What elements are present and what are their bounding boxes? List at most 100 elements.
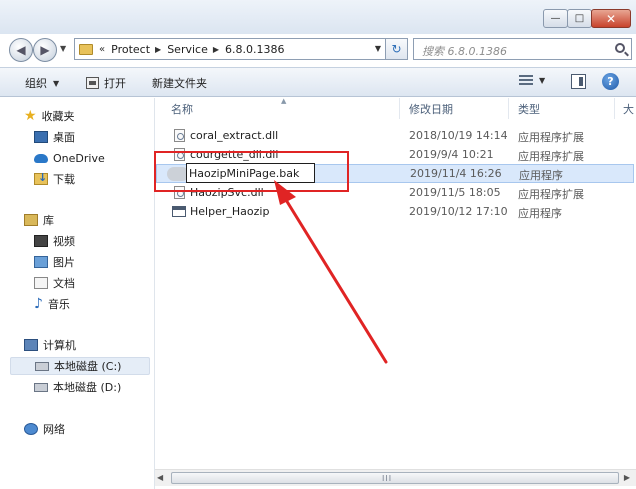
change-view-button[interactable]: ▼ bbox=[519, 74, 545, 86]
folder-icon bbox=[79, 43, 93, 55]
network-icon bbox=[24, 423, 38, 435]
minimize-button[interactable]: — bbox=[543, 9, 568, 28]
scroll-left-icon[interactable]: ◀ bbox=[157, 473, 163, 482]
nav-videos-label: 视频 bbox=[53, 235, 75, 248]
drive-icon bbox=[34, 382, 48, 392]
nav-computer[interactable]: 计算机 bbox=[24, 336, 76, 354]
file-type: 应用程序 bbox=[518, 207, 562, 220]
nav-downloads-label: 下载 bbox=[53, 173, 75, 186]
annotation-highlight-box bbox=[154, 151, 349, 192]
column-header-type[interactable]: 类型 bbox=[509, 98, 615, 119]
nav-downloads[interactable]: 下载 bbox=[34, 170, 75, 188]
breadcrumb-separator-icon[interactable]: ▶ bbox=[213, 45, 219, 54]
file-date: 2019/9/4 10:21 bbox=[409, 148, 494, 161]
file-type: 应用程序 bbox=[519, 169, 563, 182]
nav-libraries-label: 库 bbox=[43, 214, 54, 227]
search-input[interactable]: 搜索 6.8.0.1386 bbox=[413, 38, 632, 60]
back-button[interactable]: ◀ bbox=[9, 38, 33, 62]
file-row[interactable]: coral_extract.dll 2018/10/19 14:14 应用程序扩… bbox=[155, 126, 636, 145]
nav-network-label: 网络 bbox=[43, 423, 65, 436]
desktop-icon bbox=[34, 131, 48, 143]
address-bar[interactable]: « Protect ▶ Service ▶ 6.8.0.1386 ▼ ↻ bbox=[74, 38, 408, 60]
file-date: 2019/10/12 17:10 bbox=[409, 205, 508, 218]
document-icon bbox=[34, 277, 48, 289]
nav-videos[interactable]: 视频 bbox=[34, 232, 75, 250]
new-folder-button[interactable]: 新建文件夹 bbox=[152, 75, 207, 91]
file-date: 2018/10/19 14:14 bbox=[409, 129, 508, 142]
nav-desktop[interactable]: 桌面 bbox=[34, 128, 75, 146]
scrollbar-grip-icon: III bbox=[382, 474, 393, 483]
nav-onedrive-label: OneDrive bbox=[53, 151, 105, 165]
search-placeholder: 搜索 6.8.0.1386 bbox=[422, 45, 507, 58]
music-icon: ♪ bbox=[34, 296, 43, 312]
file-type: 应用程序扩展 bbox=[518, 188, 584, 201]
sort-ascending-icon: ▲ bbox=[281, 97, 287, 105]
navigation-pane: ★ 收藏夹 桌面 OneDrive 下载 库 视频 图片 文档 bbox=[0, 98, 155, 489]
column-header-name[interactable]: ▲ 名称 bbox=[155, 97, 400, 119]
chevron-down-icon: ▼ bbox=[539, 75, 546, 85]
scroll-right-icon[interactable]: ▶ bbox=[624, 473, 630, 482]
column-type-label: 类型 bbox=[518, 102, 540, 116]
nav-music-label: 音乐 bbox=[47, 298, 70, 311]
nav-onedrive[interactable]: OneDrive bbox=[34, 149, 105, 167]
view-list-icon bbox=[519, 74, 533, 86]
nav-drive-d-label: 本地磁盘 (D:) bbox=[53, 381, 122, 394]
maximize-button[interactable]: □ bbox=[567, 9, 592, 28]
preview-pane-button[interactable] bbox=[571, 74, 586, 89]
file-name: coral_extract.dll bbox=[190, 129, 279, 142]
app-file-icon bbox=[172, 206, 186, 217]
nav-drive-c-label: 本地磁盘 (C:) bbox=[54, 360, 122, 373]
scrollbar-thumb[interactable]: III bbox=[171, 472, 619, 484]
nav-libraries[interactable]: 库 bbox=[24, 211, 54, 229]
refresh-button[interactable]: ↻ bbox=[385, 39, 407, 59]
command-toolbar: 组织 ▼ 打开 新建文件夹 ▼ ? bbox=[0, 67, 636, 97]
help-button[interactable]: ? bbox=[602, 73, 619, 90]
column-size-label: 大 bbox=[623, 102, 634, 116]
open-button[interactable]: 打开 bbox=[86, 75, 126, 91]
organize-label: 组织 bbox=[25, 77, 47, 90]
breadcrumb-protect[interactable]: Protect bbox=[111, 43, 150, 56]
horizontal-scrollbar[interactable]: ◀ III ▶ bbox=[155, 469, 636, 486]
recent-pages-dropdown[interactable]: ▼ bbox=[60, 44, 66, 53]
nav-music[interactable]: ♪ 音乐 bbox=[34, 295, 70, 313]
address-dropdown-button[interactable]: ▼ bbox=[375, 44, 381, 53]
video-icon bbox=[34, 235, 48, 247]
forward-button[interactable]: ▶ bbox=[33, 38, 57, 62]
open-label: 打开 bbox=[104, 77, 126, 90]
title-bar: — □ ✕ bbox=[0, 0, 636, 34]
nav-documents[interactable]: 文档 bbox=[34, 274, 75, 292]
nav-network[interactable]: 网络 bbox=[24, 420, 65, 438]
nav-documents-label: 文档 bbox=[53, 277, 75, 290]
nav-favorites[interactable]: ★ 收藏夹 bbox=[24, 107, 75, 125]
file-type: 应用程序扩展 bbox=[518, 150, 584, 163]
file-row[interactable]: Helper_Haozip 2019/10/12 17:10 应用程序 bbox=[155, 202, 636, 221]
cloud-icon bbox=[34, 153, 48, 163]
new-folder-label: 新建文件夹 bbox=[152, 77, 207, 90]
column-header-size[interactable]: 大 bbox=[615, 98, 636, 119]
nav-drive-c[interactable]: 本地磁盘 (C:) bbox=[10, 357, 150, 375]
close-button[interactable]: ✕ bbox=[591, 9, 631, 28]
file-date: 2019/11/4 16:26 bbox=[410, 167, 502, 180]
nav-pictures[interactable]: 图片 bbox=[34, 253, 75, 271]
breadcrumb-version[interactable]: 6.8.0.1386 bbox=[225, 43, 284, 56]
file-date: 2019/11/5 18:05 bbox=[409, 186, 501, 199]
column-name-label: 名称 bbox=[171, 102, 193, 116]
chevron-down-icon: ▼ bbox=[53, 78, 60, 88]
column-header-date[interactable]: 修改日期 bbox=[400, 98, 509, 119]
arrow-left-icon: ◀ bbox=[16, 43, 26, 57]
nav-desktop-label: 桌面 bbox=[53, 131, 75, 144]
breadcrumb-service[interactable]: Service bbox=[167, 43, 208, 56]
breadcrumb-separator-icon[interactable]: ▶ bbox=[155, 45, 161, 54]
arrow-right-icon: ▶ bbox=[40, 43, 50, 57]
file-type: 应用程序扩展 bbox=[518, 131, 584, 144]
organize-button[interactable]: 组织 ▼ bbox=[25, 75, 59, 91]
breadcrumb-overflow[interactable]: « bbox=[99, 44, 105, 55]
download-folder-icon bbox=[34, 171, 48, 185]
drive-icon bbox=[35, 361, 49, 371]
file-name: Helper_Haozip bbox=[190, 205, 270, 218]
nav-drive-d[interactable]: 本地磁盘 (D:) bbox=[34, 378, 121, 396]
nav-favorites-label: 收藏夹 bbox=[41, 110, 75, 123]
picture-icon bbox=[34, 256, 48, 268]
column-date-label: 修改日期 bbox=[409, 102, 453, 116]
search-icon[interactable] bbox=[615, 43, 625, 53]
